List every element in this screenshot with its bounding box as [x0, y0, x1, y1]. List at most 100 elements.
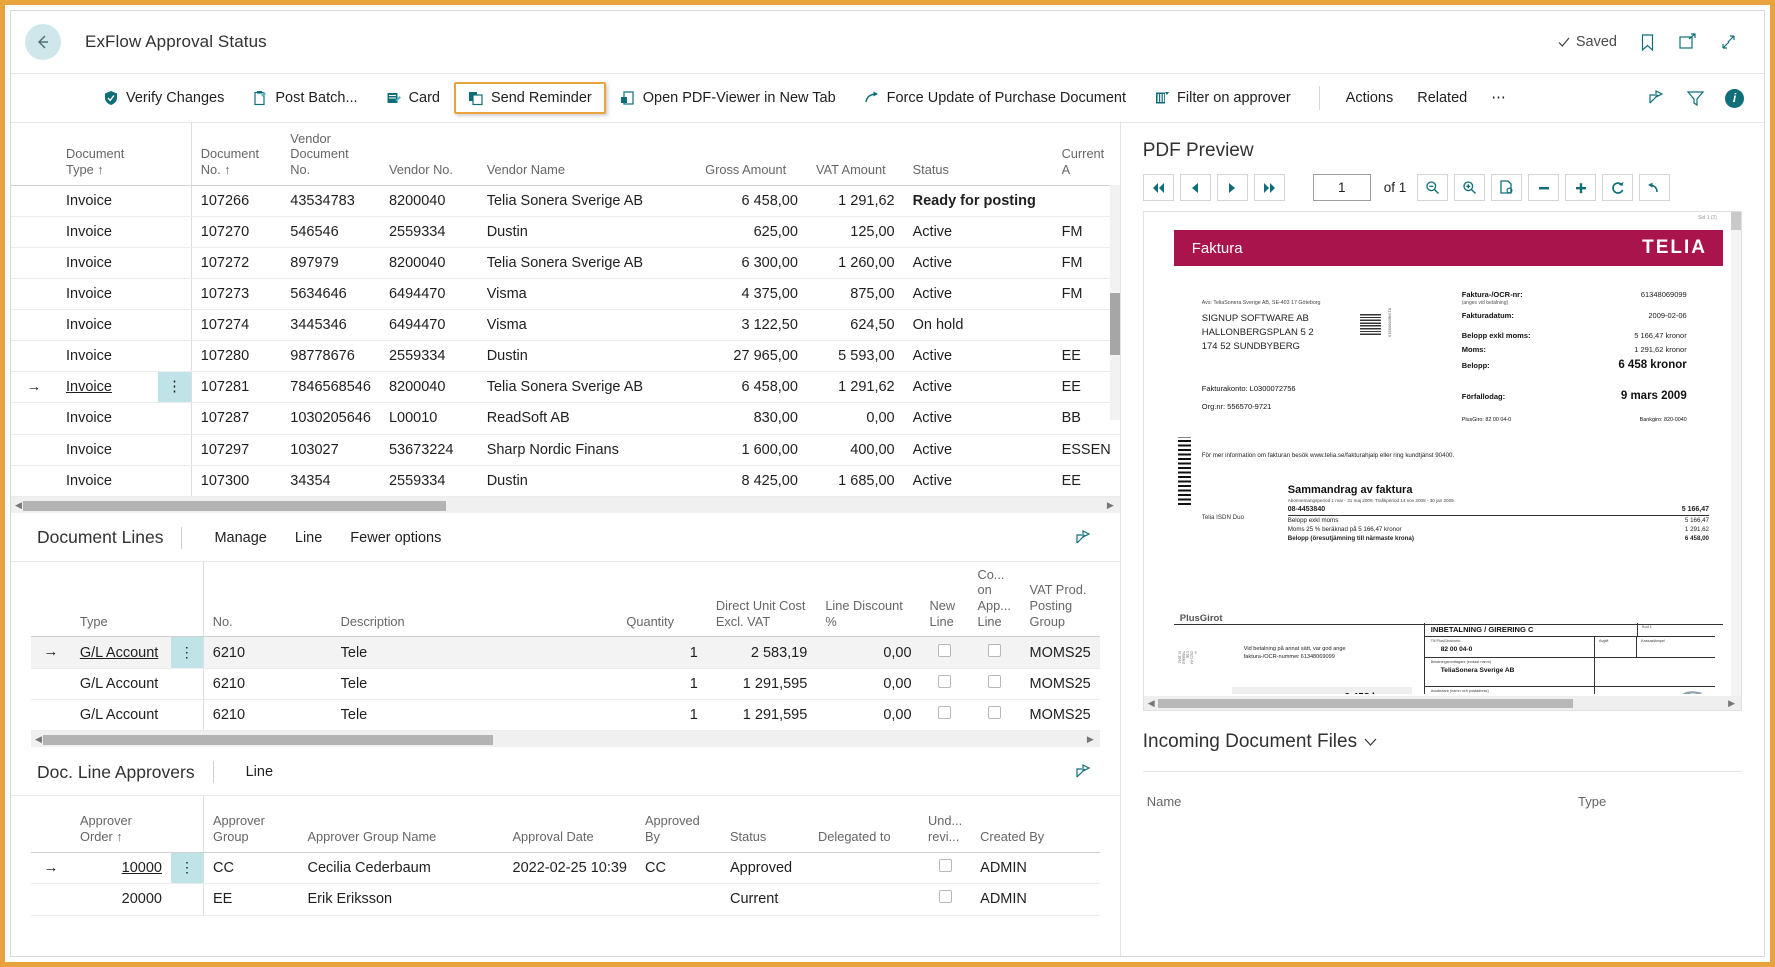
row-menu-icon[interactable]: [158, 278, 191, 309]
ribbon-item-open-pdf-viewer[interactable]: Open PDF-Viewer in New Tab: [606, 82, 850, 114]
cell-approver-order[interactable]: 10000: [71, 852, 171, 884]
col-co-on-app-line[interactable]: Co... on App... Line: [968, 562, 1020, 637]
row-menu-icon[interactable]: [158, 403, 191, 434]
col-vendor-document-no[interactable]: Vendor Document No.: [281, 123, 380, 185]
cell-type[interactable]: G/L Account: [71, 637, 171, 669]
list-horizontal-scrollbar[interactable]: ◀ ▶: [11, 497, 1120, 513]
ribbon-more-button[interactable]: ⋯: [1479, 84, 1518, 112]
col-approver-order[interactable]: Approver Order ↑: [71, 796, 171, 852]
table-row[interactable]: Invoice 107300 34354 2559334 Dustin 8 42…: [11, 465, 1120, 496]
row-menu-icon[interactable]: [158, 216, 191, 247]
table-row[interactable]: Invoice 107266 43534783 8200040 Telia So…: [11, 185, 1120, 216]
col-line-discount[interactable]: Line Discount %: [816, 562, 920, 637]
bookmark-icon[interactable]: [1639, 33, 1656, 52]
col-vat-amount[interactable]: VAT Amount: [807, 123, 904, 185]
incoming-document-files-title[interactable]: Incoming Document Files: [1121, 711, 1764, 753]
col-type[interactable]: Type: [1578, 794, 1738, 809]
row-menu-icon[interactable]: ⋮: [158, 372, 191, 403]
col-vat-prod-posting-group[interactable]: VAT Prod. Posting Group: [1020, 562, 1099, 637]
col-created-by[interactable]: Created By: [971, 796, 1100, 852]
row-menu-icon[interactable]: [171, 668, 204, 699]
checkbox[interactable]: [939, 890, 952, 903]
collapse-icon[interactable]: [1719, 33, 1738, 51]
last-page-button[interactable]: [1254, 174, 1285, 201]
approvers-menu-line[interactable]: Line: [232, 764, 287, 780]
scroll-thumb[interactable]: [1731, 212, 1741, 230]
col-current-approver[interactable]: Current A: [1053, 123, 1120, 185]
scroll-right-arrow[interactable]: ▶: [1087, 734, 1094, 745]
row-menu-icon[interactable]: [158, 434, 191, 465]
scroll-thumb[interactable]: [23, 501, 446, 511]
col-approved-by[interactable]: Approved By: [636, 796, 721, 852]
cell-under-review[interactable]: [919, 884, 971, 915]
table-row[interactable]: Invoice 107287 1030205646 L00010 ReadSof…: [11, 403, 1120, 434]
col-gross-amount[interactable]: Gross Amount: [696, 123, 807, 185]
share-icon[interactable]: [1074, 529, 1094, 547]
ribbon-item-related[interactable]: Related: [1405, 84, 1479, 112]
table-row[interactable]: Invoice 107273 5634646 6494470 Visma 4 3…: [11, 278, 1120, 309]
table-row[interactable]: Invoice 107280 98778676 2559334 Dustin 2…: [11, 341, 1120, 372]
col-no[interactable]: No.: [203, 562, 331, 637]
table-row[interactable]: Invoice 107272 897979 8200040 Telia Sone…: [11, 247, 1120, 278]
col-approver-group-name[interactable]: Approver Group Name: [299, 796, 504, 852]
refresh-button[interactable]: [1602, 174, 1633, 201]
col-delegated-to[interactable]: Delegated to: [809, 796, 919, 852]
checkbox[interactable]: [988, 706, 1001, 719]
table-row-selected[interactable]: → 10000 ⋮ CC Cecilia Cederbaum 2022-02-2…: [31, 852, 1100, 884]
checkbox[interactable]: [938, 644, 951, 657]
scroll-thumb[interactable]: [43, 735, 493, 745]
table-row-selected[interactable]: → G/L Account ⋮ 6210 Tele 1 2 583,19 0,0…: [31, 637, 1100, 669]
col-type[interactable]: Type: [71, 562, 171, 637]
row-menu-icon[interactable]: [158, 247, 191, 278]
row-menu-icon[interactable]: [171, 884, 204, 915]
table-row-selected[interactable]: → Invoice ⋮ 107281 7846568546 8200040 Te…: [11, 372, 1120, 403]
open-in-new-window-icon[interactable]: [1678, 33, 1697, 51]
row-menu-icon[interactable]: ⋮: [171, 852, 204, 884]
scroll-left-arrow[interactable]: ◀: [15, 500, 22, 511]
zoom-increase-button[interactable]: [1565, 174, 1596, 201]
ribbon-item-verify-changes[interactable]: Verify Changes: [89, 82, 238, 114]
cell-new-line[interactable]: [921, 668, 969, 699]
previous-page-button[interactable]: [1180, 174, 1211, 201]
zoom-in-button[interactable]: [1454, 174, 1485, 201]
scroll-thumb[interactable]: [1110, 293, 1120, 355]
page-number-input[interactable]: 1: [1313, 174, 1371, 201]
cell-document-type[interactable]: Invoice: [57, 372, 158, 403]
cell-co-on-app-line[interactable]: [968, 637, 1020, 669]
zoom-decrease-button[interactable]: [1528, 174, 1559, 201]
back-button[interactable]: [25, 24, 61, 60]
info-icon[interactable]: i: [1725, 89, 1744, 108]
table-row[interactable]: Invoice 107297 103027 53673224 Sharp Nor…: [11, 434, 1120, 465]
ribbon-item-actions[interactable]: Actions: [1334, 84, 1406, 112]
scroll-left-arrow[interactable]: ◀: [35, 734, 42, 745]
scroll-left-arrow[interactable]: ◀: [1148, 698, 1155, 709]
checkbox[interactable]: [938, 675, 951, 688]
cell-new-line[interactable]: [921, 700, 969, 731]
chevron-down-icon[interactable]: [1363, 737, 1378, 747]
row-menu-icon[interactable]: [158, 465, 191, 496]
share-icon[interactable]: [1074, 763, 1094, 781]
col-approver-group[interactable]: Approver Group: [204, 796, 299, 852]
checkbox[interactable]: [938, 706, 951, 719]
col-status[interactable]: Status: [721, 796, 809, 852]
zoom-out-button[interactable]: [1417, 174, 1448, 201]
row-menu-icon[interactable]: ⋮: [171, 637, 204, 669]
doclines-horizontal-scrollbar[interactable]: ◀ ▶: [31, 731, 1100, 747]
col-name[interactable]: Name: [1147, 794, 1578, 809]
rotate-back-button[interactable]: [1639, 174, 1670, 201]
pdf-vertical-scrollbar[interactable]: [1731, 212, 1741, 696]
ribbon-item-filter-on-approver[interactable]: Filter on approver: [1140, 82, 1305, 114]
share-icon[interactable]: [1647, 89, 1666, 107]
cell-under-review[interactable]: [919, 852, 971, 884]
scroll-right-arrow[interactable]: ▶: [1728, 698, 1735, 709]
col-description[interactable]: Description: [332, 562, 618, 637]
scroll-right-arrow[interactable]: ▶: [1107, 500, 1114, 511]
ribbon-item-card[interactable]: Card: [372, 82, 454, 114]
cell-co-on-app-line[interactable]: [968, 668, 1020, 699]
first-page-button[interactable]: [1143, 174, 1174, 201]
table-row[interactable]: G/L Account 6210 Tele 1 1 291,595 0,00 M…: [31, 700, 1100, 731]
checkbox[interactable]: [988, 644, 1001, 657]
doclines-menu-fewer-options[interactable]: Fewer options: [336, 530, 455, 546]
table-row[interactable]: 20000 EE Erik Eriksson Current ADMIN: [31, 884, 1100, 915]
doclines-menu-manage[interactable]: Manage: [200, 530, 280, 546]
